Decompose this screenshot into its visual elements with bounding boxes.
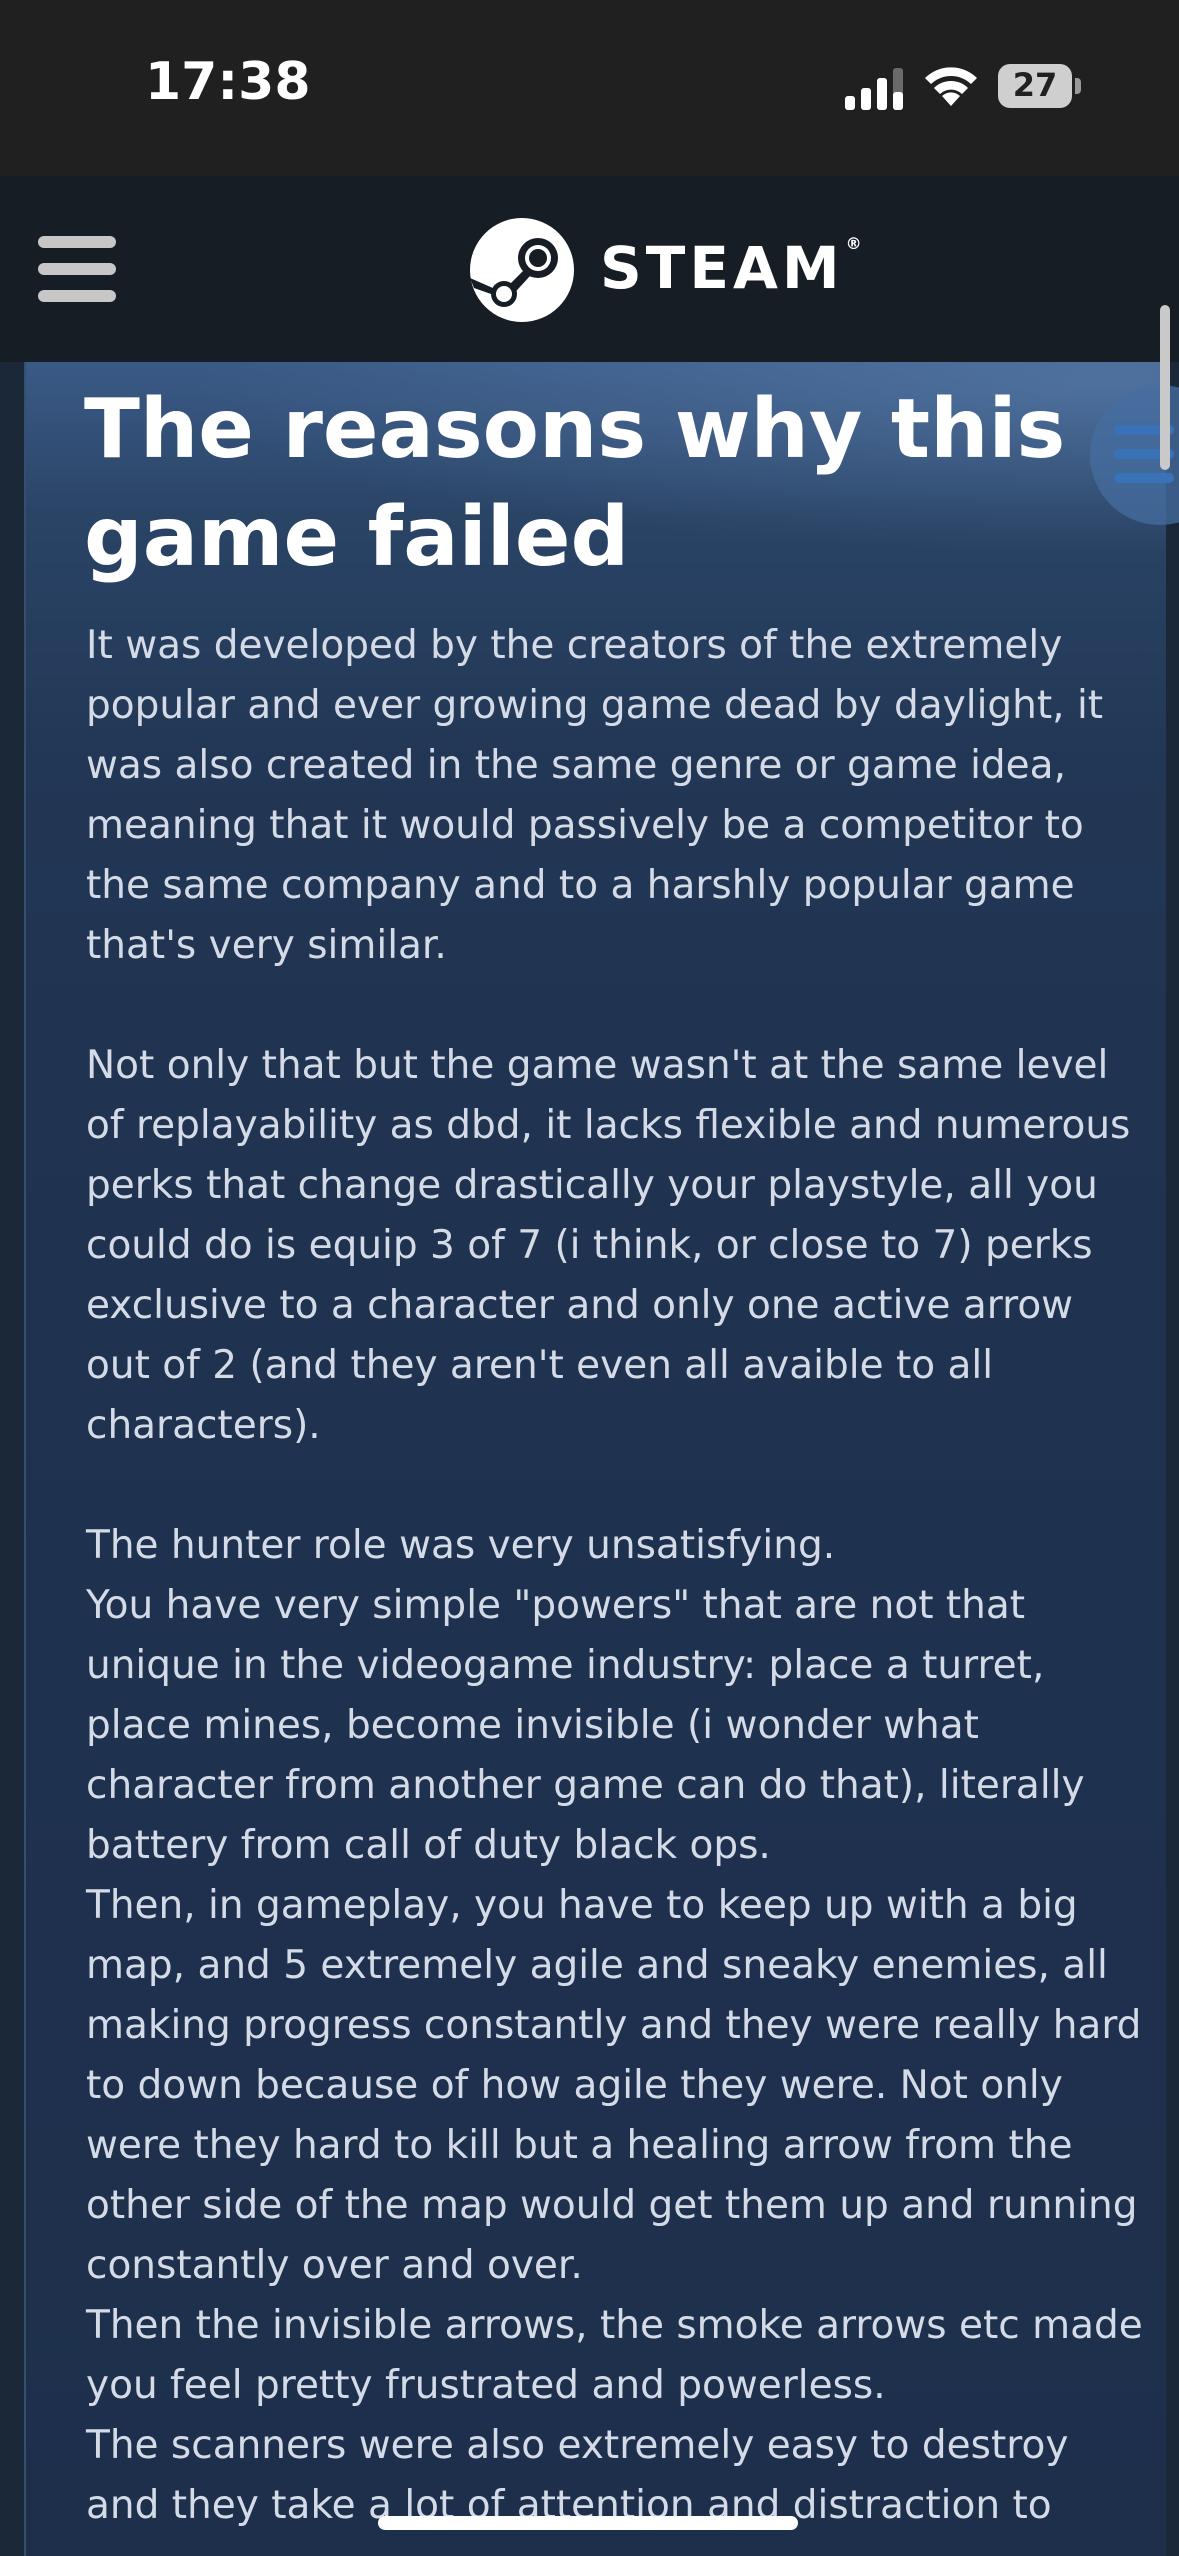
guide-paragraph: The hunter role was very unsatisfying. Y…: [86, 1523, 1143, 2528]
status-time: 17:38: [145, 52, 311, 112]
guide-content: The reasons why this game failed It was …: [24, 362, 1166, 2556]
battery-level: 27: [1012, 66, 1058, 104]
wifi-icon: [925, 67, 977, 106]
guide-title: The reasons why this game failed: [84, 382, 1066, 585]
guide-paragraph: Not only that but the game wasn't at the…: [86, 1043, 1131, 1448]
guide-body: It was developed by the creators of the …: [86, 616, 1146, 2536]
battery-icon: 27: [998, 64, 1082, 110]
scrollbar-thumb[interactable]: [1160, 305, 1170, 470]
signal-icon: [845, 68, 903, 110]
steam-logo-icon[interactable]: [468, 216, 576, 324]
home-indicator[interactable]: [378, 2516, 798, 2530]
registered-mark: ®: [845, 234, 862, 253]
status-bar: 17:38 27: [0, 0, 1179, 176]
steam-wordmark[interactable]: STEAM ®: [600, 234, 862, 302]
steam-brand-text: STEAM: [600, 234, 844, 302]
menu-icon[interactable]: [38, 236, 116, 302]
guide-paragraph: It was developed by the creators of the …: [86, 623, 1104, 968]
steam-header: STEAM ®: [0, 176, 1179, 362]
